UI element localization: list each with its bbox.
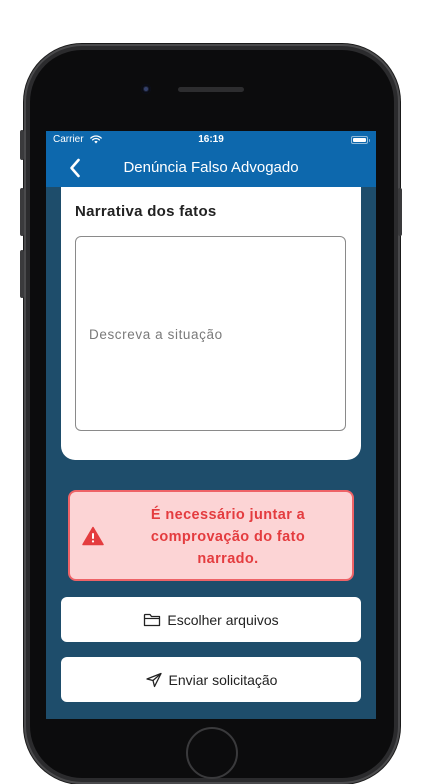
app-screen: Carrier 16:19 Denúncia Falso Advogado Na… xyxy=(46,131,376,719)
navigation-bar: Denúncia Falso Advogado xyxy=(46,151,376,187)
power-button xyxy=(398,188,402,236)
front-camera xyxy=(141,84,151,94)
narrative-card: Narrativa dos fatos Descreva a situação xyxy=(61,187,361,460)
home-button[interactable] xyxy=(186,727,238,779)
volume-down-button xyxy=(20,250,24,298)
folder-icon xyxy=(144,613,161,626)
alert-message-line: É necessário juntar a xyxy=(150,507,306,523)
earpiece-speaker xyxy=(178,87,244,92)
alert-message-line: narrado. xyxy=(197,551,259,567)
section-title: Narrativa dos fatos xyxy=(75,203,217,220)
send-request-label: Enviar solicitação xyxy=(168,671,278,688)
send-icon xyxy=(145,672,162,687)
send-request-button[interactable]: Enviar solicitação xyxy=(61,657,361,702)
alert-message-line: comprovação do fato xyxy=(150,529,306,545)
mute-switch xyxy=(20,130,24,160)
page-title: Denúncia Falso Advogado xyxy=(123,159,299,176)
choose-files-label: Escolher arquivos xyxy=(167,611,279,628)
warning-alert: É necessário juntar a comprovação do fat… xyxy=(68,490,354,581)
narrative-placeholder: Descreva a situação xyxy=(89,327,223,342)
status-time: 16:19 xyxy=(198,134,224,145)
battery-icon xyxy=(351,136,370,144)
choose-files-button[interactable]: Escolher arquivos xyxy=(61,597,361,642)
status-bar: Carrier 16:19 xyxy=(46,131,376,151)
alert-message: É necessário juntar a comprovação do fat… xyxy=(126,504,330,570)
narrative-textarea[interactable]: Descreva a situação xyxy=(75,236,346,431)
volume-up-button xyxy=(20,188,24,236)
warning-triangle-icon xyxy=(82,526,104,546)
